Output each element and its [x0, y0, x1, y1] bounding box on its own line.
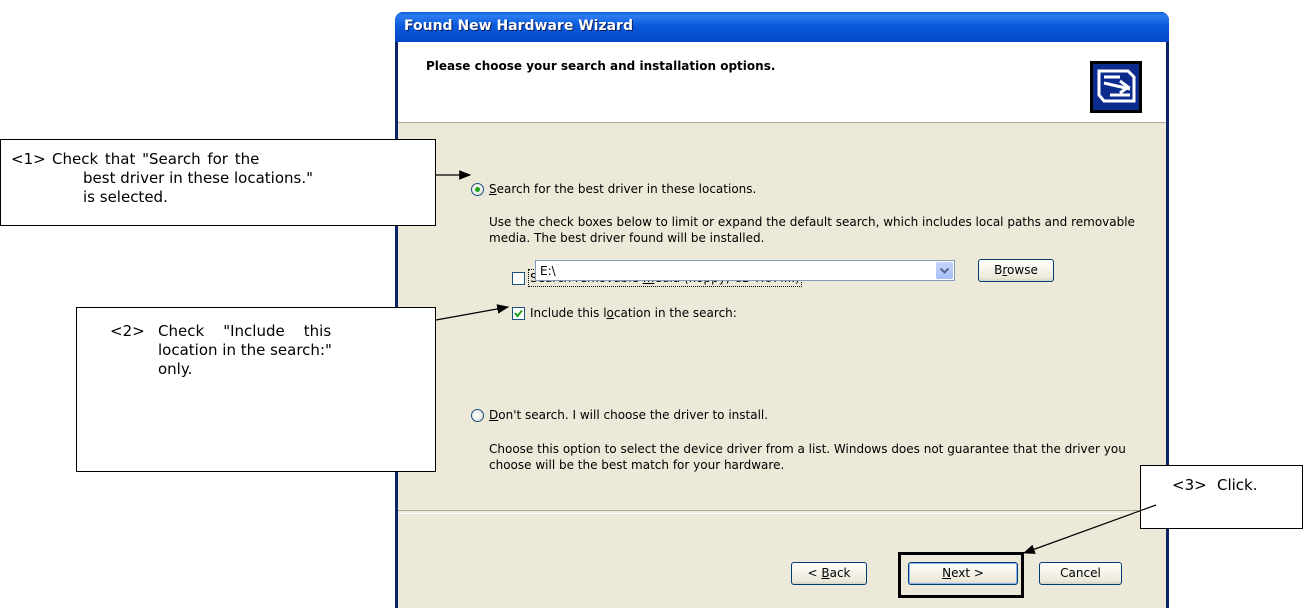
callout-arrows [435, 170, 1157, 554]
arrow-2 [435, 304, 510, 321]
arrow-3 [1022, 504, 1157, 554]
